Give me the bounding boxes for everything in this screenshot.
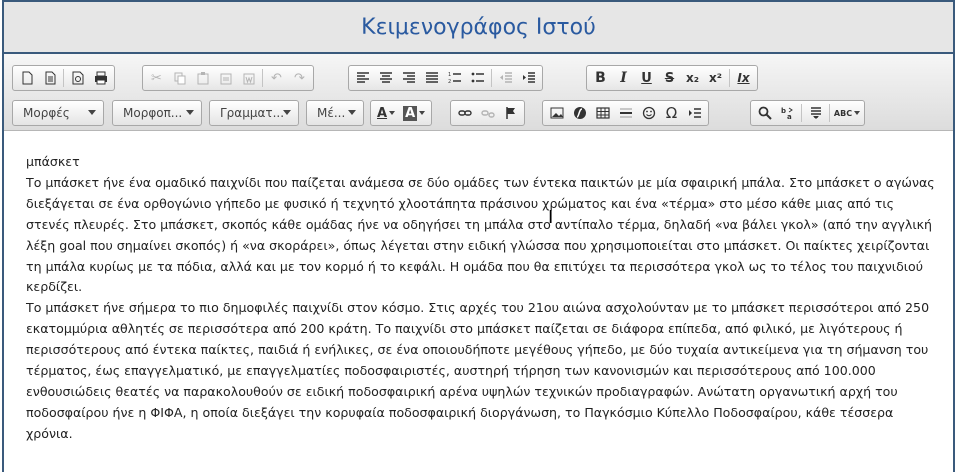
table-icon[interactable] (591, 102, 614, 124)
new-document-icon[interactable] (15, 67, 38, 89)
cut-icon[interactable]: ✂ (145, 67, 168, 89)
editor-content[interactable]: μπάσκετ Το μπάσκετ ήνε ένα ομαδικό παιχν… (26, 152, 941, 445)
find-icon[interactable] (753, 102, 776, 124)
spellcheck-button[interactable]: ABC (832, 102, 862, 124)
template-icon[interactable] (38, 67, 61, 89)
print-icon[interactable] (89, 67, 112, 89)
tools-group: ba ABC (750, 100, 865, 126)
select-all-icon[interactable] (804, 102, 827, 124)
bulleted-list-icon[interactable] (466, 67, 489, 89)
strikethrough-button[interactable]: S (658, 67, 681, 89)
chevron-down-icon (283, 110, 291, 115)
paragraph-group: 12 (348, 65, 543, 91)
undo-icon[interactable]: ↶ (265, 67, 288, 89)
size-select[interactable]: Μέ... (306, 100, 364, 126)
underline-button[interactable]: U (635, 67, 658, 89)
align-left-icon[interactable] (351, 67, 374, 89)
separator (491, 69, 492, 87)
font-select-label: Γραμματ... (220, 106, 285, 120)
horizontal-rule-icon[interactable] (614, 102, 637, 124)
text-color-button[interactable]: A (373, 102, 399, 124)
align-justify-icon[interactable] (420, 67, 443, 89)
separator (801, 104, 802, 122)
formats-select-label: Μορφές (23, 106, 70, 120)
chevron-down-icon (186, 110, 194, 115)
svg-text:1: 1 (448, 72, 451, 78)
clipboard-group: ✂ ↶ ↷ (142, 65, 314, 91)
outdent-icon[interactable] (494, 67, 517, 89)
text-cursor-icon: Ι (548, 207, 554, 228)
replace-icon[interactable]: ba (776, 102, 799, 124)
flash-icon[interactable] (568, 102, 591, 124)
unlink-icon[interactable] (476, 102, 499, 124)
preview-icon[interactable] (66, 67, 89, 89)
title-bar: Κειμενογράφος Ιστού (4, 2, 953, 54)
document-group (12, 65, 115, 91)
insert-group: Ω (542, 100, 709, 126)
svg-text:a: a (787, 113, 792, 120)
special-char-button[interactable]: Ω (660, 102, 683, 124)
toolbar: ✂ ↶ ↷ 12 B I U S x₂ x² Ix Μορφές Μορφοπ.… (4, 54, 953, 131)
chevron-down-icon (348, 110, 356, 115)
paste-word-icon[interactable] (237, 67, 260, 89)
chevron-down-icon (854, 111, 861, 115)
spellcheck-label: ABC (833, 108, 853, 118)
copy-icon[interactable] (168, 67, 191, 89)
bold-button[interactable]: B (589, 67, 612, 89)
align-right-icon[interactable] (397, 67, 420, 89)
page-break-icon[interactable] (683, 102, 706, 124)
paste-text-icon[interactable] (214, 67, 237, 89)
paste-icon[interactable] (191, 67, 214, 89)
separator (63, 69, 64, 87)
separator (829, 104, 830, 122)
smiley-icon[interactable] (637, 102, 660, 124)
superscript-button[interactable]: x² (704, 67, 727, 89)
editor-frame: Κειμενογράφος Ιστού ✂ ↶ ↷ 12 B I U S x₂ … (2, 0, 955, 472)
format-select[interactable]: Μορφοπ... (112, 100, 202, 126)
chevron-down-icon (389, 111, 396, 115)
separator (729, 69, 730, 87)
numbered-list-icon[interactable]: 12 (443, 67, 466, 89)
remove-format-button[interactable]: Ix (732, 67, 755, 89)
link-icon[interactable] (453, 102, 476, 124)
links-group (450, 100, 525, 126)
size-select-label: Μέ... (317, 106, 346, 120)
background-color-label: A (403, 105, 418, 121)
subscript-button[interactable]: x₂ (681, 67, 704, 89)
image-icon[interactable] (545, 102, 568, 124)
format-select-label: Μορφοπ... (123, 106, 183, 120)
background-color-button[interactable]: A (399, 102, 429, 124)
app-title: Κειμενογράφος Ιστού (361, 14, 596, 40)
text-color-label: A (377, 105, 388, 121)
italic-button[interactable]: I (612, 67, 635, 89)
redo-icon[interactable]: ↷ (288, 67, 311, 89)
svg-text:2: 2 (448, 79, 451, 85)
formats-select[interactable]: Μορφές (12, 100, 104, 126)
document-heading: μπάσκετ (26, 154, 80, 169)
indent-icon[interactable] (517, 67, 540, 89)
anchor-flag-icon[interactable] (499, 102, 522, 124)
basicstyles-group: B I U S x₂ x² Ix (586, 65, 758, 91)
document-paragraph-2: Το μπάσκετ ήνε σήμερα το πιο δημοφιλές π… (26, 300, 930, 441)
font-select[interactable]: Γραμματ... (209, 100, 299, 126)
chevron-down-icon (88, 110, 96, 115)
chevron-down-icon (419, 111, 426, 115)
align-center-icon[interactable] (374, 67, 397, 89)
separator (262, 69, 263, 87)
colors-group: A A (370, 100, 433, 126)
document-paragraph-1: Το μπάσκετ ήνε ένα ομαδικό παιχνίδι που … (26, 174, 935, 295)
svg-text:b: b (781, 107, 786, 115)
